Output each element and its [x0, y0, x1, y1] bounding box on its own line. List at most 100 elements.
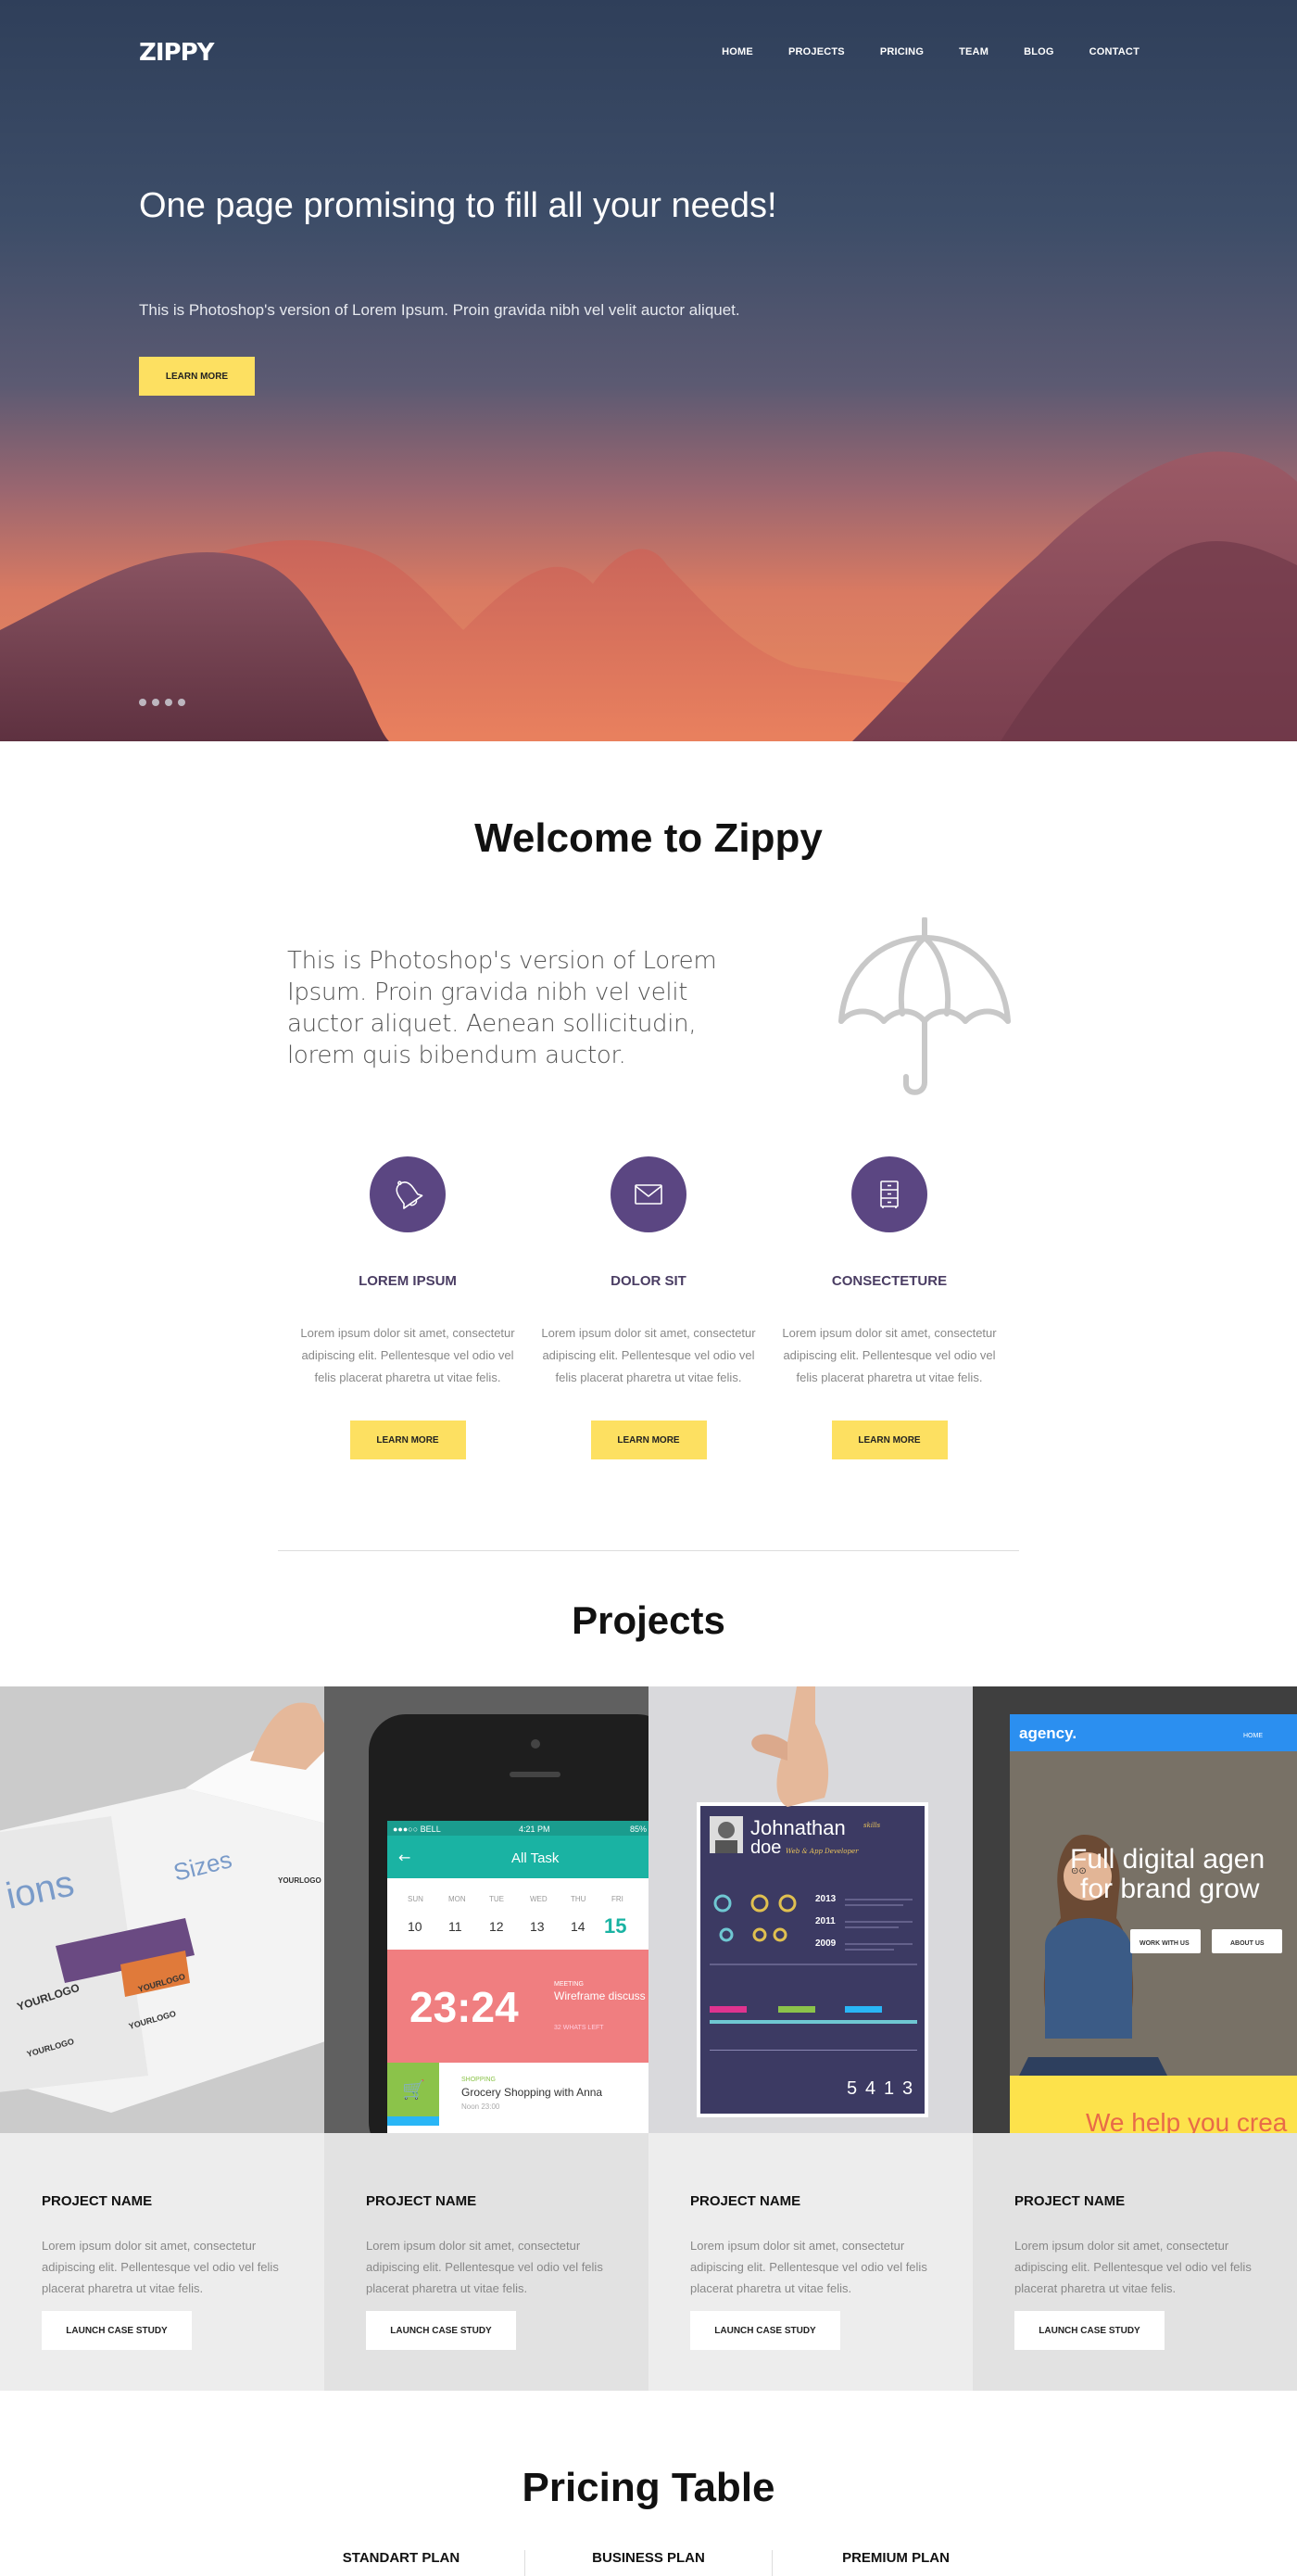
main-nav: HOME PROJECTS PRICING TEAM BLOG CONTACT	[722, 46, 1140, 57]
project-name: PROJECT NAME	[42, 2193, 153, 2209]
nav-team[interactable]: TEAM	[959, 46, 988, 57]
project-name: PROJECT NAME	[366, 2193, 477, 2209]
svg-text:4: 4	[865, 2078, 875, 2099]
feature-icon-circle	[370, 1156, 446, 1232]
svg-text:←: ←	[398, 1849, 410, 1866]
nav-home[interactable]: HOME	[722, 46, 753, 57]
phone-clock: 23:24	[409, 1983, 519, 2031]
phone-carrier: ●●●○○ BELL	[393, 1825, 441, 1834]
slider-dots	[139, 699, 185, 706]
svg-text:32 WHATS LEFT: 32 WHATS LEFT	[554, 2025, 604, 2031]
nav-projects[interactable]: PROJECTS	[788, 46, 845, 57]
pricing-plans: STANDART PLAN BUSINESS PLAN PREMIUM PLAN	[278, 2550, 1019, 2576]
svg-text:13: 13	[530, 1919, 545, 1934]
welcome-title: Welcome to Zippy	[474, 815, 823, 861]
svg-text:5: 5	[847, 2078, 857, 2099]
project-text: Lorem ipsum dolor sit amet, consectetur …	[42, 2239, 279, 2295]
svg-text:1: 1	[884, 2078, 894, 2099]
feature-learn-more-button[interactable]: LEARN MORE	[831, 1421, 948, 1459]
welcome-text: This is Photoshop's version of Lorem Ips…	[287, 947, 717, 1069]
project-image-agency[interactable]: agency. HOME ⊙⊙ Full digital agen for br…	[973, 1686, 1297, 2133]
nav-pricing[interactable]: PRICING	[880, 46, 924, 57]
project-body: PROJECT NAME Lorem ipsum dolor sit amet,…	[324, 2133, 648, 2391]
feature-consecteture: CONSECTETURE Lorem ipsum dolor sit amet,…	[778, 1156, 1001, 1459]
svg-text:SHOPPING: SHOPPING	[461, 2077, 496, 2083]
svg-text:WED: WED	[530, 1895, 548, 1903]
svg-text:3: 3	[902, 2078, 913, 2099]
project-name: PROJECT NAME	[690, 2193, 801, 2209]
plan-premium-title: PREMIUM PLAN	[842, 2550, 950, 2566]
svg-text:MON: MON	[448, 1895, 466, 1903]
hero-learn-more-button[interactable]: LEARN MORE	[139, 357, 255, 396]
svg-text:FRI: FRI	[611, 1895, 623, 1903]
project-body: PROJECT NAME Lorem ipsum dolor sit amet,…	[0, 2133, 324, 2391]
envelope-icon	[635, 1184, 662, 1205]
svg-text:Web & App Developer: Web & App Developer	[786, 1848, 859, 1855]
launch-case-study-button[interactable]: LAUNCH CASE STUDY	[690, 2311, 840, 2350]
svg-text:Grocery Shopping with Anna: Grocery Shopping with Anna	[461, 2086, 602, 2099]
projects-title: Projects	[572, 1598, 725, 1642]
svg-text:🛒: 🛒	[402, 2078, 425, 2101]
svg-text:THU: THU	[571, 1895, 586, 1903]
svg-text:2009: 2009	[815, 1938, 837, 1949]
project-name: PROJECT NAME	[1014, 2193, 1126, 2209]
project-text: Lorem ipsum dolor sit amet, consectetur …	[690, 2239, 927, 2295]
svg-text:WORK WITH US: WORK WITH US	[1140, 1940, 1190, 1947]
nav-blog[interactable]: BLOG	[1024, 46, 1054, 57]
resume-last-name: doe	[750, 1837, 781, 1858]
svg-text:ABOUT US: ABOUT US	[1230, 1940, 1265, 1947]
logo[interactable]: ZIPPY	[139, 39, 214, 67]
svg-text:2011: 2011	[815, 1916, 836, 1926]
svg-text:Noon 23:00: Noon 23:00	[461, 2102, 500, 2111]
agency-headline-1: Full digital agen	[1070, 1844, 1265, 1875]
cabinet-icon	[880, 1181, 899, 1208]
launch-case-study-button[interactable]: LAUNCH CASE STUDY	[42, 2311, 192, 2350]
svg-text:15: 15	[604, 1914, 626, 1938]
phone-battery: 85%	[630, 1825, 647, 1834]
feature-text: Lorem ipsum dolor sit amet, consectetur …	[541, 1326, 756, 1384]
project-text: Lorem ipsum dolor sit amet, consectetur …	[1014, 2239, 1252, 2295]
project-card-3: Johnathan doe Web & App Developer skills…	[648, 1686, 973, 2391]
project-body: PROJECT NAME Lorem ipsum dolor sit amet,…	[973, 2133, 1297, 2391]
slider-dot-2[interactable]	[152, 699, 159, 706]
section-divider	[278, 1550, 1019, 1551]
launch-case-study-button[interactable]: LAUNCH CASE STUDY	[366, 2311, 516, 2350]
svg-text:10: 10	[408, 1919, 422, 1934]
svg-text:skills: skills	[863, 1822, 881, 1829]
svg-text:TUE: TUE	[489, 1895, 504, 1903]
feature-learn-more-button[interactable]: LEARN MORE	[590, 1421, 707, 1459]
hero-section: ZIPPY HOME PROJECTS PRICING TEAM BLOG CO…	[0, 0, 1297, 741]
project-body: PROJECT NAME Lorem ipsum dolor sit amet,…	[648, 2133, 973, 2391]
launch-case-study-button[interactable]: LAUNCH CASE STUDY	[1014, 2311, 1165, 2350]
svg-text:Wireframe discuss with Google: Wireframe discuss with Google team	[554, 1989, 648, 2002]
svg-text:SUN: SUN	[408, 1895, 423, 1903]
feature-icon-circle	[611, 1156, 686, 1232]
project-card-2: ●●●○○ BELL 4:21 PM 85% ← All Task SUN MO…	[324, 1686, 648, 2391]
slider-dot-1[interactable]	[139, 699, 146, 706]
svg-text:14: 14	[571, 1919, 586, 1934]
slider-dot-3[interactable]	[165, 699, 172, 706]
plan-standard-title: STANDART PLAN	[342, 2550, 460, 2566]
hero-subtitle: This is Photoshop's version of Lorem Ips…	[139, 301, 740, 319]
brochure-logo-text: YOURLOGO	[278, 1876, 321, 1885]
slider-dot-4[interactable]	[178, 699, 185, 706]
feature-icon-circle	[851, 1156, 927, 1232]
svg-text:HOME: HOME	[1243, 1733, 1263, 1739]
bell-icon	[396, 1181, 423, 1209]
feature-text: Lorem ipsum dolor sit amet, consectetur …	[782, 1326, 997, 1384]
nav-contact[interactable]: CONTACT	[1089, 46, 1140, 57]
feature-learn-more-button[interactable]: LEARN MORE	[349, 1421, 466, 1459]
resume-first-name: Johnathan	[750, 1816, 846, 1839]
feature-lorem-ipsum: LOREM IPSUM Lorem ipsum dolor sit amet, …	[296, 1156, 519, 1459]
project-text: Lorem ipsum dolor sit amet, consectetur …	[366, 2239, 603, 2295]
svg-text:2013: 2013	[815, 1894, 837, 1904]
feature-text: Lorem ipsum dolor sit amet, consectetur …	[300, 1326, 515, 1384]
project-image-brochure[interactable]: ions Sizes YOURLOGO YOURLOGO YOURLOGO YO…	[0, 1686, 324, 2133]
agency-headline-2: for brand grow	[1080, 1874, 1260, 1904]
hero-title: One page promising to fill all your need…	[139, 186, 777, 225]
feature-title: CONSECTETURE	[831, 1273, 948, 1289]
project-image-phone[interactable]: ●●●○○ BELL 4:21 PM 85% ← All Task SUN MO…	[324, 1686, 648, 2133]
agency-brand: agency.	[1019, 1724, 1077, 1742]
pricing-title: Pricing Table	[522, 2465, 775, 2510]
project-image-resume[interactable]: Johnathan doe Web & App Developer skills…	[648, 1686, 973, 2133]
